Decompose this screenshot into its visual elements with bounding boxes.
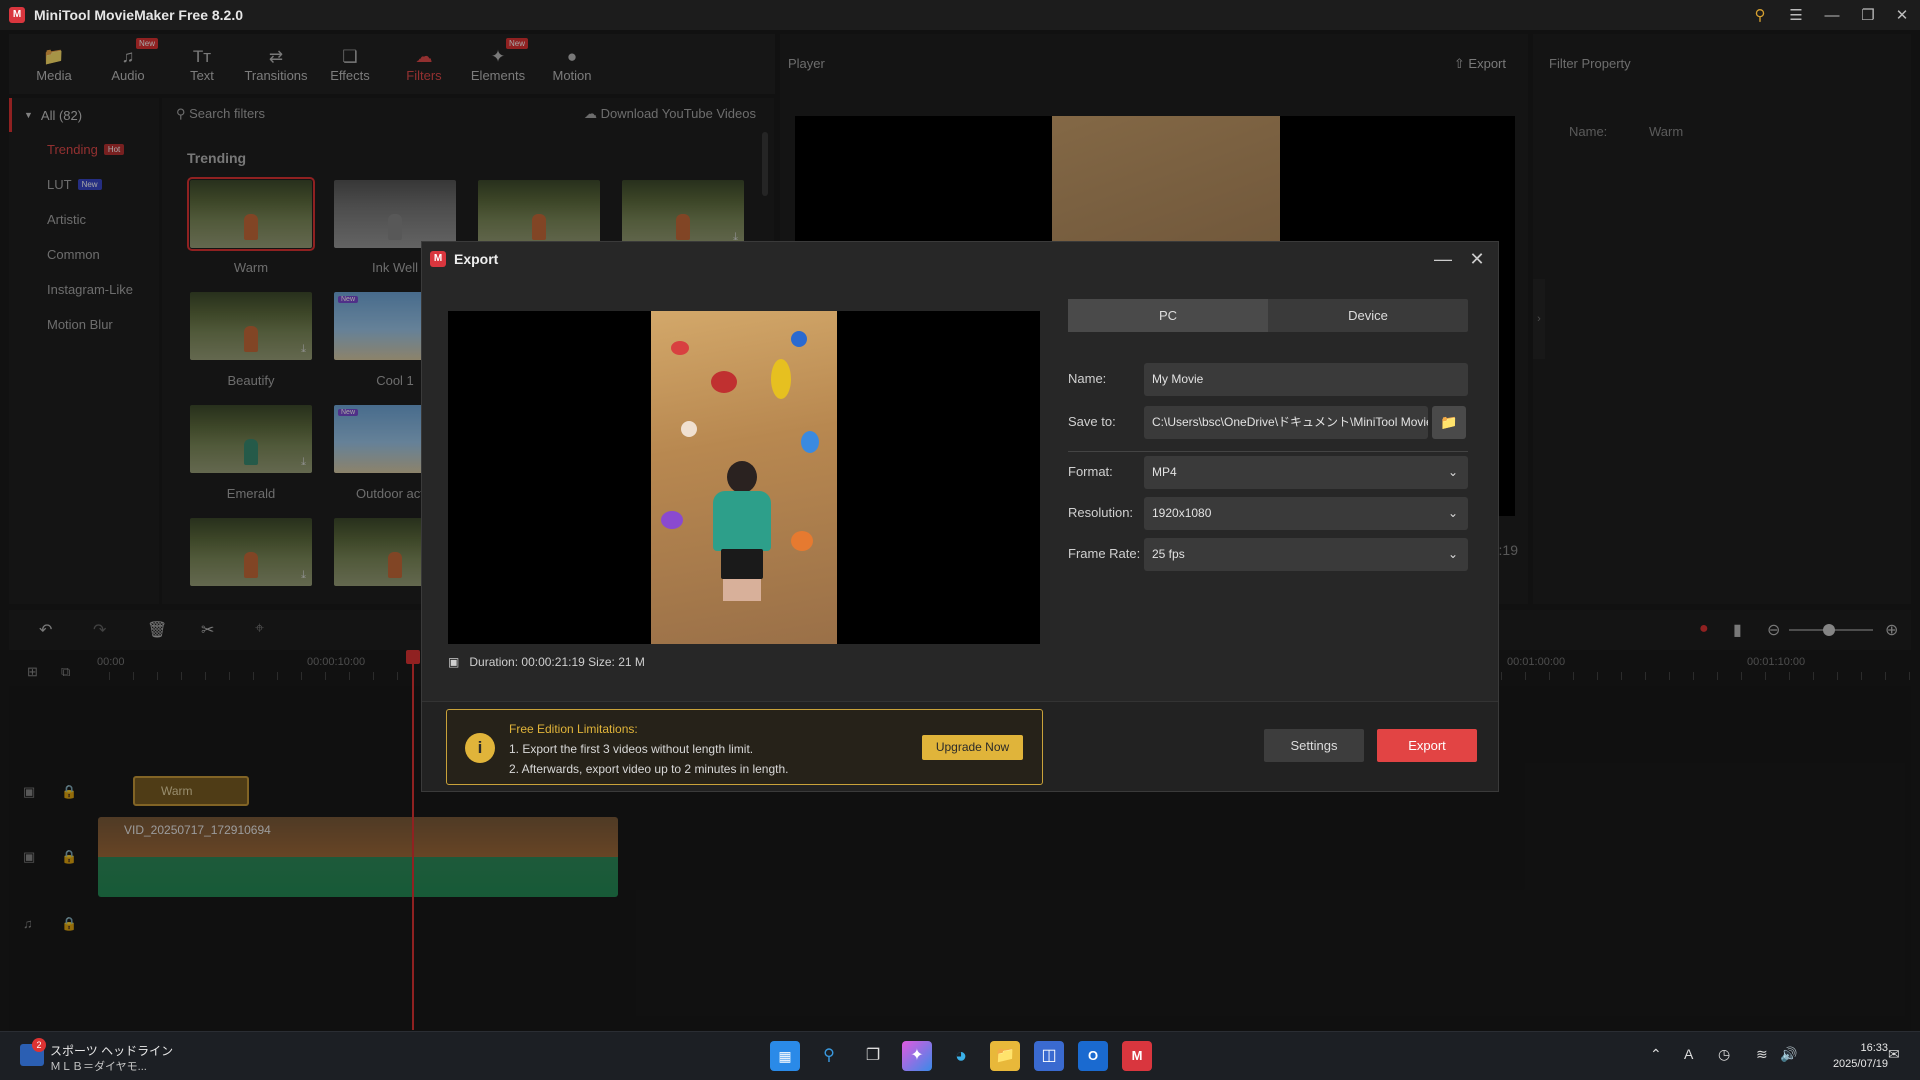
- export-preview: [448, 311, 1040, 644]
- frame-rate-label: Frame Rate:: [1068, 546, 1141, 561]
- app-title: MiniTool MovieMaker Free 8.2.0: [34, 7, 244, 23]
- task-view-icon[interactable]: ❐: [858, 1041, 888, 1071]
- upgrade-now-button[interactable]: Upgrade Now: [922, 735, 1023, 760]
- clock-date: 2025/07/19: [1832, 1058, 1888, 1070]
- name-label: Name:: [1068, 371, 1107, 386]
- limit-title: Free Edition Limitations:: [509, 722, 638, 736]
- dialog-minimize-button[interactable]: —: [1428, 246, 1458, 272]
- name-input[interactable]: My Movie: [1144, 363, 1468, 396]
- free-edition-notice: i Free Edition Limitations: 1. Export th…: [446, 709, 1043, 785]
- export-button[interactable]: Export: [1377, 729, 1477, 762]
- resolution-label: Resolution:: [1068, 505, 1134, 520]
- maximize-button[interactable]: ❐: [1850, 0, 1886, 30]
- notification-badge: 2: [32, 1038, 46, 1052]
- resolution-select[interactable]: 1920x1080 ⌄: [1144, 497, 1468, 530]
- info-icon: i: [465, 733, 495, 763]
- chevron-down-icon: ⌄: [1447, 506, 1458, 520]
- preview-video-frame: [651, 311, 837, 644]
- dialog-close-button[interactable]: ✕: [1462, 246, 1492, 272]
- format-select[interactable]: MP4 ⌄: [1144, 456, 1468, 489]
- close-button[interactable]: ✕: [1884, 0, 1920, 30]
- store-icon[interactable]: ◫: [1034, 1041, 1064, 1071]
- search-icon[interactable]: ⚲: [814, 1041, 844, 1071]
- dialog-title: Export: [454, 251, 499, 267]
- system-clock[interactable]: 16:33 2025/07/19: [1833, 1040, 1888, 1072]
- limit-line: 1. Export the first 3 videos without len…: [509, 742, 754, 756]
- ime-indicator[interactable]: A: [1684, 1046, 1693, 1062]
- app-window: M MiniTool MovieMaker Free 8.2.0 ⚲ ☰ — ❐…: [0, 0, 1920, 1080]
- film-icon: ▣: [448, 655, 467, 669]
- export-dialog: M Export — ✕ ▣ Duration: 00:00:21:19 Siz…: [421, 241, 1499, 792]
- minimize-button[interactable]: —: [1814, 0, 1850, 30]
- clock-time: 16:33: [1860, 1042, 1888, 1054]
- moviemaker-taskbar-icon[interactable]: M: [1122, 1041, 1152, 1071]
- chevron-up-icon[interactable]: ⌃: [1650, 1046, 1662, 1063]
- windows-start-icon[interactable]: ▦: [770, 1041, 800, 1071]
- outlook-icon[interactable]: O: [1078, 1041, 1108, 1071]
- limit-line: 2. Afterwards, export video up to 2 minu…: [509, 762, 789, 776]
- edge-browser-icon[interactable]: ◕: [946, 1041, 976, 1071]
- save-path-input[interactable]: C:\Users\bsc\OneDrive\ドキュメント\MiniTool Mo…: [1144, 406, 1428, 439]
- tab-device[interactable]: Device: [1268, 299, 1468, 332]
- export-target-tabs: PC Device: [1068, 299, 1468, 332]
- file-explorer-icon[interactable]: 📁: [990, 1041, 1020, 1071]
- frame-rate-select[interactable]: 25 fps ⌄: [1144, 538, 1468, 571]
- browse-folder-button[interactable]: 📁: [1432, 406, 1466, 439]
- chevron-down-icon: ⌄: [1447, 465, 1458, 479]
- dialog-header: M Export: [422, 242, 1498, 276]
- climber-figure: [707, 461, 777, 601]
- clock-status-icon[interactable]: ◷: [1718, 1046, 1730, 1063]
- windows-taskbar: 2 スポーツ ヘッドライン ＭＬＢ＝ダイヤモ... ▦ ⚲ ❐ ✦ ◕ 📁 ◫ …: [0, 1031, 1920, 1080]
- news-title: スポーツ ヘッドライン: [50, 1044, 174, 1058]
- menu-icon[interactable]: ☰: [1778, 0, 1814, 30]
- folder-icon: 📁: [1440, 414, 1458, 430]
- key-icon[interactable]: ⚲: [1742, 0, 1778, 30]
- divider: [1068, 451, 1468, 452]
- settings-button[interactable]: Settings: [1264, 729, 1364, 762]
- copilot-icon[interactable]: ✦: [902, 1041, 932, 1071]
- news-subtitle: ＭＬＢ＝ダイヤモ...: [50, 1061, 147, 1073]
- app-logo-icon: M: [9, 7, 25, 23]
- volume-icon[interactable]: 🔊: [1780, 1046, 1797, 1063]
- wifi-icon[interactable]: ≋: [1756, 1046, 1768, 1063]
- format-label: Format:: [1068, 464, 1113, 479]
- notification-icon[interactable]: ✉: [1888, 1046, 1900, 1063]
- title-bar: M MiniTool MovieMaker Free 8.2.0 ⚲ ☰ — ❐…: [0, 0, 1920, 30]
- tab-pc[interactable]: PC: [1068, 299, 1268, 332]
- app-logo-icon: M: [430, 251, 446, 267]
- save-to-label: Save to:: [1068, 414, 1116, 429]
- dialog-footer: i Free Edition Limitations: 1. Export th…: [422, 701, 1498, 791]
- chevron-down-icon: ⌄: [1447, 547, 1458, 561]
- duration-info: ▣ Duration: 00:00:21:19 Size: 21 M: [448, 655, 645, 669]
